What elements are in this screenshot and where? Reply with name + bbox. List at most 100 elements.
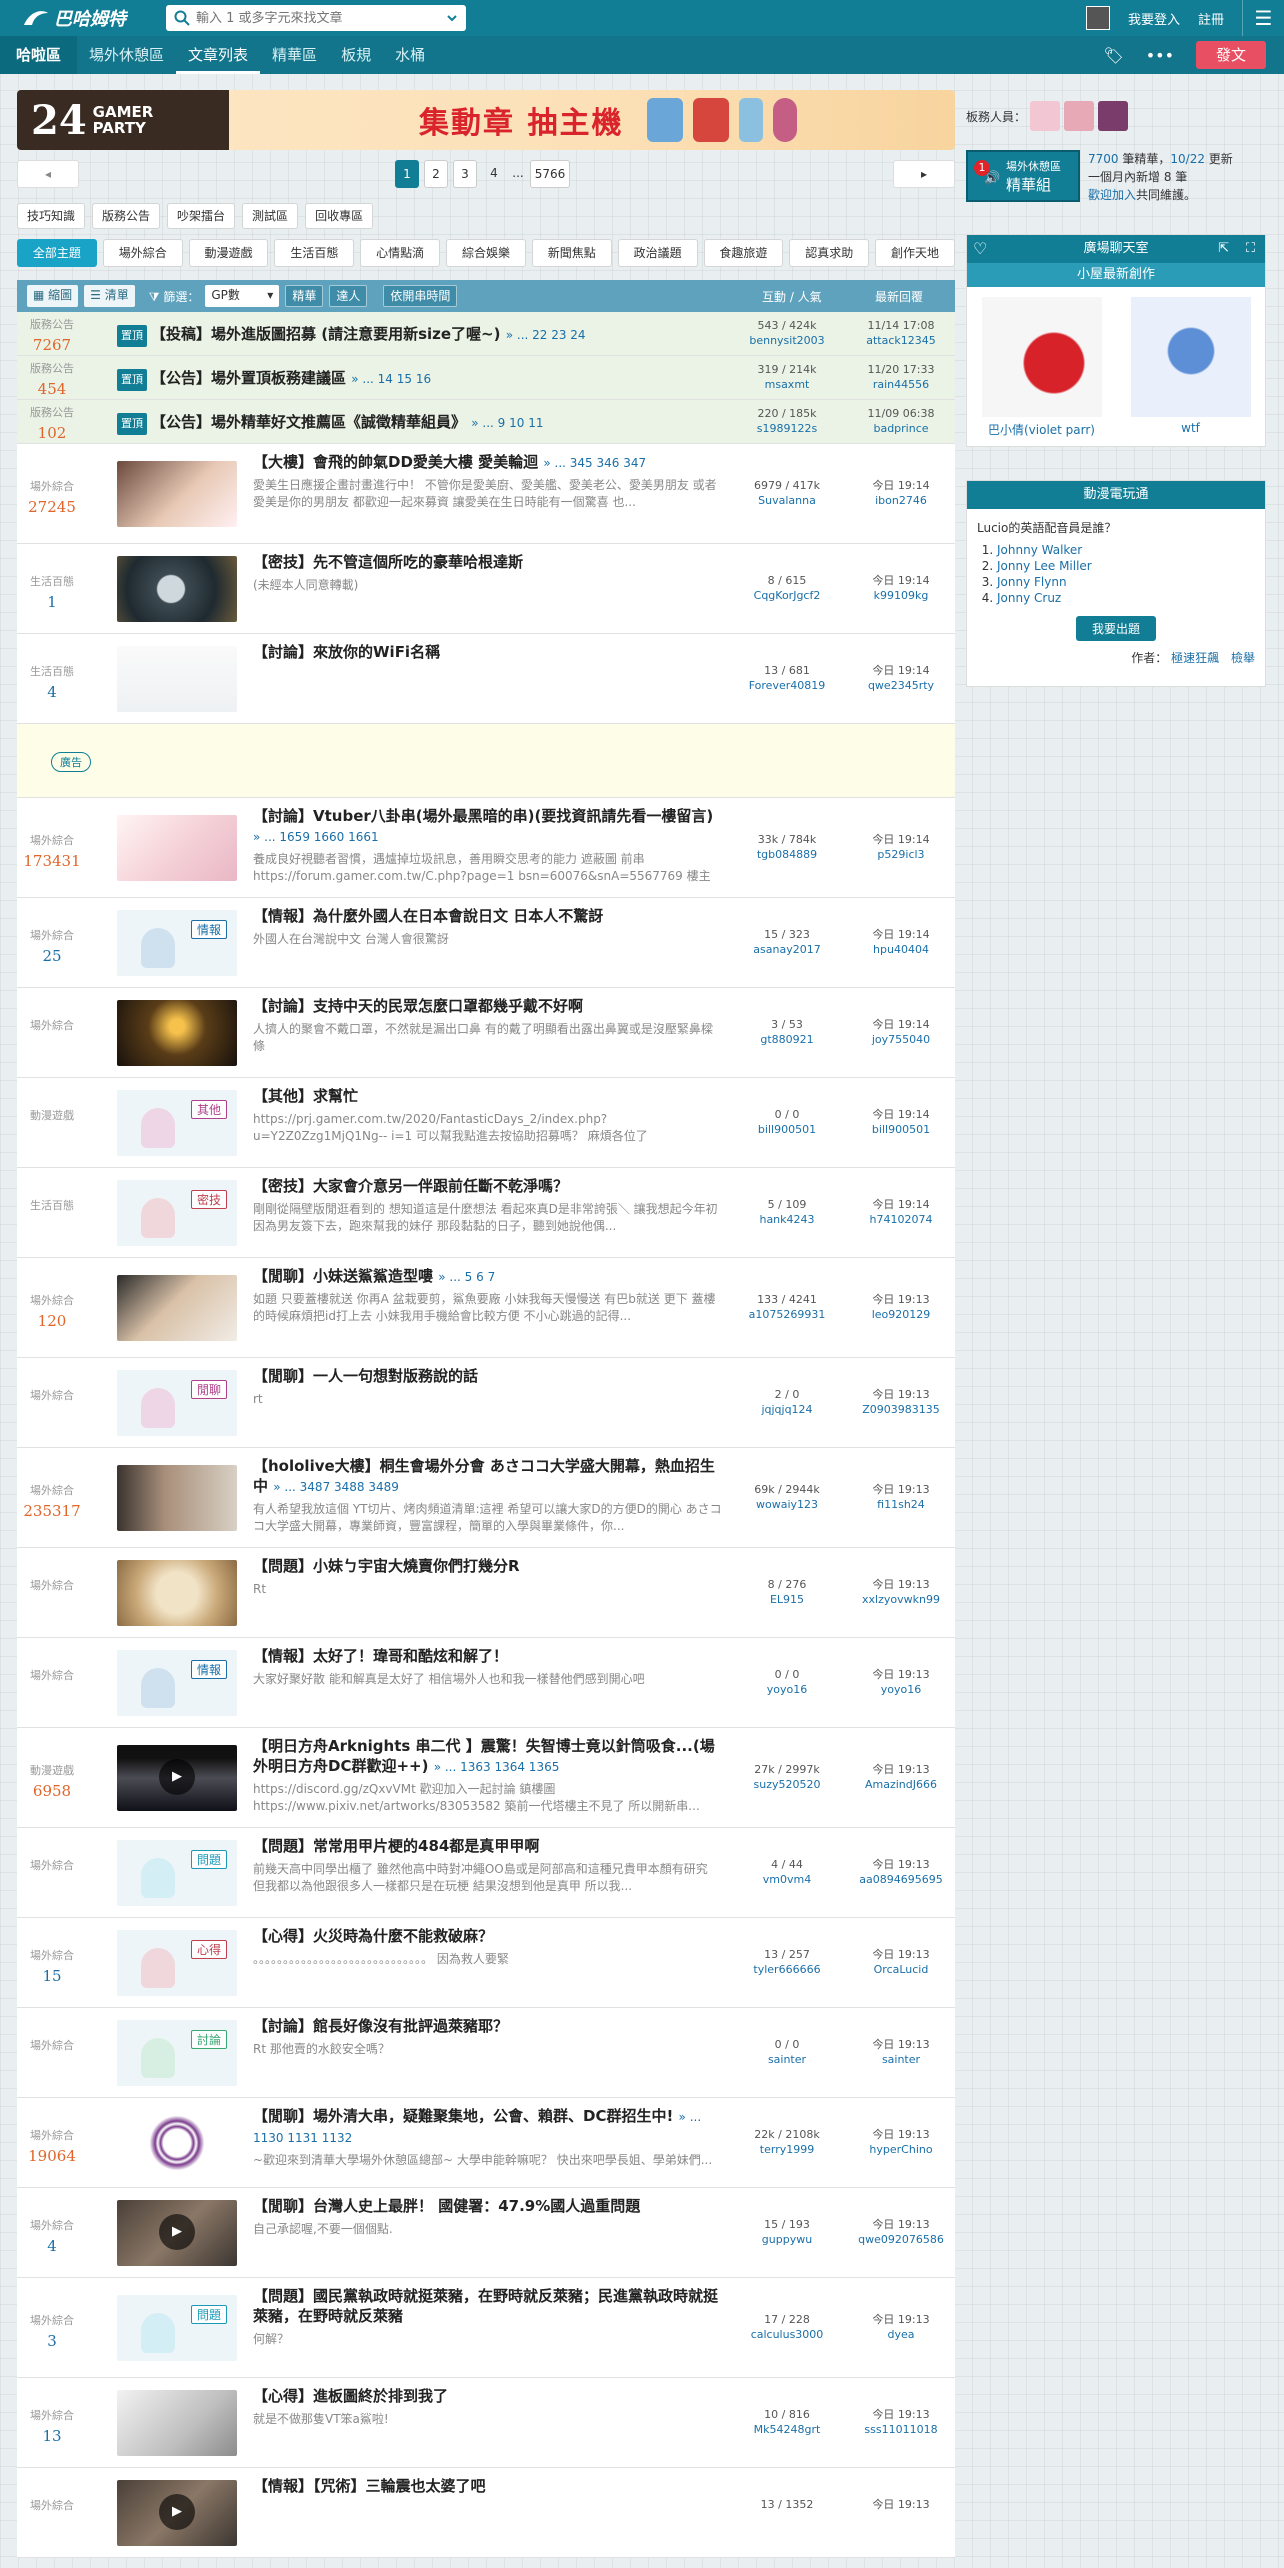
row-title[interactable]: 【閒聊】台灣人史上最胖！ 國健署：47.9%國人過重問題 <box>253 2196 723 2217</box>
row-author[interactable]: guppywu <box>737 2232 837 2247</box>
quiz-option[interactable]: Jonny Cruz <box>997 591 1061 605</box>
nav-item-rules[interactable]: 板規 <box>329 36 383 74</box>
post-button[interactable]: 發文 <box>1196 41 1266 69</box>
row-thumbnail[interactable] <box>117 1275 237 1341</box>
register-link[interactable]: 註冊 <box>1198 9 1224 28</box>
table-row[interactable]: 場外綜合 討論 【討論】館長好像沒有批評過萊豬耶？ Rt 那他賣的水餃安全嗎？ … <box>17 2008 955 2098</box>
category-0[interactable]: 全部主題 <box>17 239 97 267</box>
row-pages[interactable]: » ... 1363 1364 1365 <box>434 1760 560 1774</box>
avatar[interactable] <box>1085 6 1110 30</box>
last-reply-user[interactable]: attack12345 <box>855 333 947 348</box>
last-reply-user[interactable]: AmazindJ666 <box>855 1777 947 1792</box>
quiz-report[interactable]: 檢舉 <box>1231 651 1255 665</box>
row-title[interactable]: 【問題】小妹ㄅ宇宙大燒賣你們打幾分R <box>253 1556 723 1577</box>
view-list-button[interactable]: ☰ 清單 <box>84 285 135 307</box>
external-link-icon[interactable]: ⇱ <box>1218 235 1229 263</box>
page-1[interactable]: 1 <box>395 160 419 188</box>
submenu-recycle[interactable]: 回收專區 <box>305 203 374 229</box>
next-page-button[interactable]: ▸ <box>893 160 955 188</box>
mod-avatar[interactable] <box>1030 101 1061 131</box>
row-author[interactable]: Forever40819 <box>737 678 837 693</box>
page-3[interactable]: 3 <box>453 160 477 188</box>
table-row[interactable]: 生活百態 密技 【密技】大家會介意另一伴跟前任斷不乾淨嗎？ 剛剛從隔壁版閒逛看到… <box>17 1168 955 1258</box>
last-reply-user[interactable]: k99109kg <box>855 588 947 603</box>
row-title[interactable]: 【明日方舟Arknights 串二代 】震驚！失智博士竟以針筒吸食...(場外明… <box>253 1736 723 1777</box>
last-reply-user[interactable]: bill900501 <box>855 1122 947 1137</box>
nav-item-lounge[interactable]: 場外休憩區 <box>77 36 176 74</box>
prev-page-button[interactable]: ◂ <box>17 160 79 188</box>
menu-icon[interactable]: ☰ <box>1242 0 1284 36</box>
creation-item[interactable]: 巴小倩(violet parr) <box>977 297 1107 438</box>
last-reply-user[interactable]: joy755040 <box>855 1032 947 1047</box>
row-thumbnail[interactable]: 情報 <box>117 1650 237 1716</box>
last-reply-user[interactable]: dyea <box>855 2327 947 2342</box>
row-title[interactable]: 【討論】支持中天的民眾怎麼口罩都幾乎戴不好啊 <box>253 996 723 1017</box>
category-10[interactable]: 創作天地 <box>875 239 955 267</box>
last-reply-user[interactable]: sss11011018 <box>855 2422 947 2437</box>
row-title[interactable]: 【情報】太好了！瑋哥和酷炫和解了！ <box>253 1646 723 1667</box>
row-author[interactable]: jqjqjq124 <box>737 1402 837 1417</box>
row-author[interactable]: CqgKorJgcf2 <box>737 588 837 603</box>
row-thumbnail[interactable]: 心得 <box>117 1930 237 1996</box>
chevron-down-icon[interactable] <box>446 12 458 24</box>
quiz-author[interactable]: 極速狂飆 <box>1171 651 1219 665</box>
table-row[interactable]: 場外綜合 25 情報 【情報】為什麼外國人在日本會說日文 日本人不驚訝 外國人在台… <box>17 898 955 988</box>
row-thumbnail[interactable] <box>117 2390 237 2456</box>
expand-icon[interactable]: ⛶ <box>1246 235 1255 263</box>
pinned-row[interactable]: 版務公告 7267 置頂 【投稿】場外進版圖招募 (請注意要用新size了喔~) … <box>17 312 955 356</box>
last-reply-user[interactable]: sainter <box>855 2052 947 2067</box>
table-row[interactable]: 場外綜合 4 ▶ 【閒聊】台灣人史上最胖！ 國健署：47.9%國人過重問題 自己承… <box>17 2188 955 2278</box>
row-pages[interactable]: » ... 5 6 7 <box>438 1270 495 1284</box>
table-row[interactable]: 動漫遊戲 其他 【其他】求幫忙 https://prj.gamer.com.tw… <box>17 1078 955 1168</box>
featured-date[interactable]: 10/22 <box>1170 152 1205 166</box>
row-title[interactable]: 【其他】求幫忙 <box>253 1086 723 1107</box>
table-row[interactable]: 場外綜合 【討論】支持中天的民眾怎麼口罩都幾乎戴不好啊 人擠人的聚會不戴口罩，不… <box>17 988 955 1078</box>
table-row[interactable]: 場外綜合 13 【心得】進板圖終於排到我了 就是不做那隻VT笨a鯊啦! 10 /… <box>17 2378 955 2468</box>
creation-name[interactable]: 巴小倩(violet parr) <box>977 421 1107 438</box>
last-reply-user[interactable]: Z0903983135 <box>855 1402 947 1417</box>
ad-row[interactable]: 廣告 <box>17 724 955 798</box>
mod-avatar[interactable] <box>1098 101 1129 131</box>
pinned-row[interactable]: 版務公告 454 置頂 【公告】場外置頂板務建議區 » ... 14 15 16 … <box>17 356 955 400</box>
table-row[interactable]: 場外綜合 【問題】小妹ㄅ宇宙大燒賣你們打幾分R Rt 8 / 276 EL915… <box>17 1548 955 1638</box>
last-reply-user[interactable]: OrcaLucid <box>855 1962 947 1977</box>
sort-by-time[interactable]: 依開串時間 <box>383 285 458 307</box>
row-title[interactable]: 【討論】館長好像沒有批評過萊豬耶？ <box>253 2016 723 2037</box>
row-author[interactable]: Mk54248grt <box>737 2422 837 2437</box>
row-thumbnail[interactable]: 情報 <box>117 910 237 976</box>
last-reply-user[interactable]: qwe2345rty <box>855 678 947 693</box>
table-row[interactable]: 場外綜合 173431 【討論】Vtuber八卦串(場外最黑暗的串)(要找資訊請… <box>17 798 955 898</box>
row-thumbnail[interactable]: ▶ <box>117 1745 237 1811</box>
quiz-option[interactable]: Johnny Walker <box>997 543 1082 557</box>
row-author[interactable]: wowaiy123 <box>737 1497 837 1512</box>
page-last[interactable]: 5766 <box>530 160 570 188</box>
row-thumbnail[interactable]: 問題 <box>117 1840 237 1906</box>
last-reply-user[interactable]: leo920129 <box>855 1307 947 1322</box>
category-7[interactable]: 政治議題 <box>617 239 698 267</box>
row-thumbnail[interactable] <box>117 1560 237 1626</box>
category-9[interactable]: 認真求助 <box>789 239 870 267</box>
table-row[interactable]: 場外綜合 235317 【hololive大樓】桐生會場外分會 あさココ大学盛大… <box>17 1448 955 1548</box>
last-reply-user[interactable]: fi11sh24 <box>855 1497 947 1512</box>
category-3[interactable]: 生活百態 <box>274 239 355 267</box>
row-author[interactable]: s1989122s <box>737 421 837 436</box>
row-author[interactable]: hank4243 <box>737 1212 837 1227</box>
row-title[interactable]: 【閒聊】一人一句想對版務說的話 <box>253 1366 723 1387</box>
pinned-row[interactable]: 版務公告 102 置頂 【公告】場外精華好文推薦區《誠徵精華組員》 » ... 9… <box>17 400 955 444</box>
table-row[interactable]: 場外綜合 19064 【閒聊】場外清大串，疑難聚集地，公會、賴群、DC群招生中!… <box>17 2098 955 2188</box>
row-title[interactable]: 【心得】進板圖終於排到我了 <box>253 2386 723 2407</box>
row-thumbnail[interactable]: ▶ <box>117 2200 237 2266</box>
nav-item-featured[interactable]: 精華區 <box>260 36 329 74</box>
row-thumbnail[interactable] <box>117 2110 237 2176</box>
row-pages[interactable]: » ... 3487 3488 3489 <box>273 1480 399 1494</box>
creation-item[interactable]: wtf <box>1126 297 1256 438</box>
row-pages[interactable]: » ... 14 15 16 <box>351 372 431 386</box>
sort-select[interactable]: GP數 ▾ <box>205 285 280 307</box>
last-reply-user[interactable]: qwe092076586 <box>855 2232 947 2247</box>
row-title[interactable]: 【大樓】會飛的帥氣DD愛美大樓 愛美輪迴 » ... 345 346 347 <box>253 452 723 473</box>
table-row[interactable]: 場外綜合 15 心得 【心得】火災時為什麼不能救破麻？ 。。。。。。。。。。。。。… <box>17 1918 955 2008</box>
row-author[interactable]: EL915 <box>737 1592 837 1607</box>
creation-image[interactable] <box>981 297 1102 417</box>
quiz-option[interactable]: Jonny Lee Miller <box>997 559 1092 573</box>
table-row[interactable]: 場外綜合 120 【閒聊】小妹送鯊鯊造型嘍 » ... 5 6 7 如題 只要蓋… <box>17 1258 955 1358</box>
